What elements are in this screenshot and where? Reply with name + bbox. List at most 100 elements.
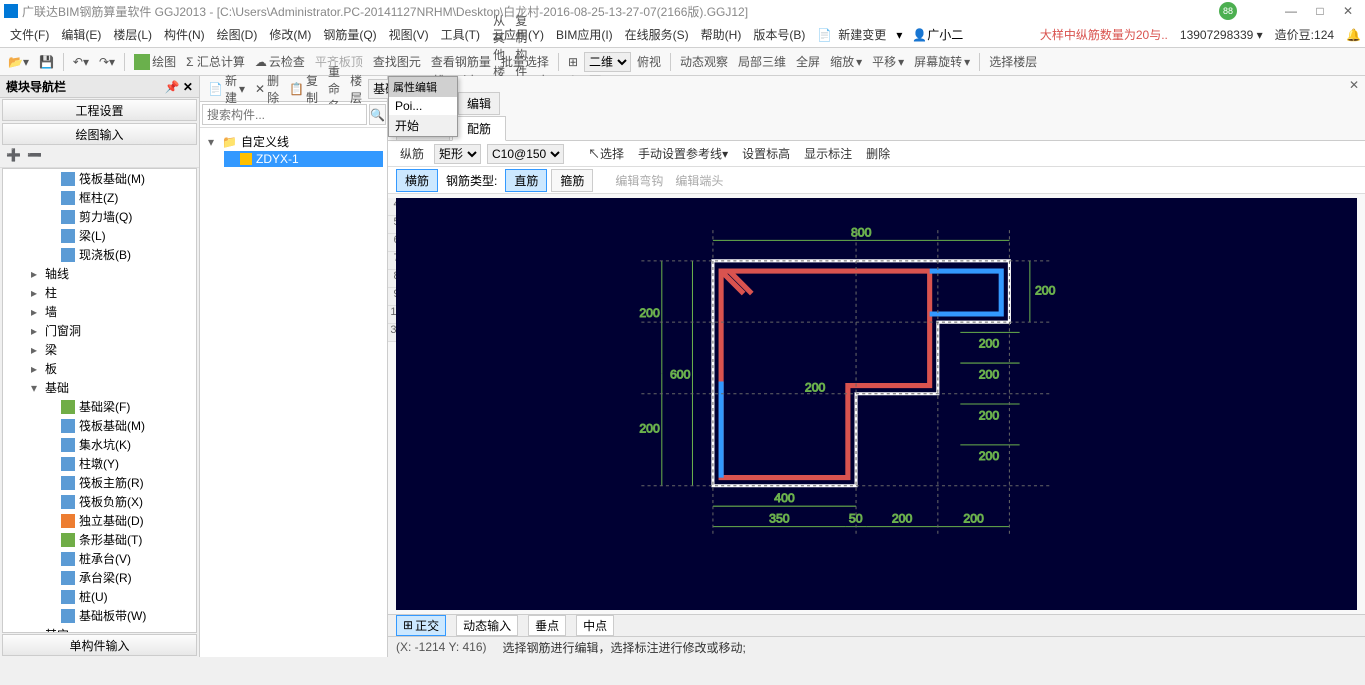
tree-item[interactable]: ▸其它 xyxy=(3,625,196,633)
grid-icon[interactable]: ⊞ xyxy=(564,53,582,71)
tree-item[interactable]: 条形基础(T) xyxy=(3,530,196,549)
view-mode-select[interactable]: 二维 xyxy=(584,52,631,72)
close-button[interactable]: ✕ xyxy=(1343,4,1353,18)
local-3d-button[interactable]: 局部三维 xyxy=(734,51,790,72)
tree-item[interactable]: 基础板带(W) xyxy=(3,606,196,625)
spec-select[interactable]: C10@150 xyxy=(487,144,564,164)
section-single-input[interactable]: 单构件输入 xyxy=(2,634,197,656)
ortho-button[interactable]: ⊞正交 xyxy=(396,615,446,636)
remove-icon[interactable]: ➖ xyxy=(27,148,42,165)
tab-rebar[interactable]: 配筋 xyxy=(452,116,506,141)
maximize-button[interactable]: □ xyxy=(1316,4,1323,18)
tree-item[interactable]: ▸墙 xyxy=(3,302,196,321)
svg-text:200: 200 xyxy=(979,408,1000,422)
rotate-button[interactable]: 屏幕旋转▾ xyxy=(910,51,974,72)
tree-item[interactable]: 柱墩(Y) xyxy=(3,454,196,473)
svg-text:400: 400 xyxy=(774,491,795,505)
dynamic-input-button[interactable]: 动态输入 xyxy=(456,615,518,636)
hint-text: 大样中纵筋数量为20与.. xyxy=(1040,26,1168,43)
menu-modify[interactable]: 修改(M) xyxy=(263,26,317,43)
tree-item[interactable]: ▸轴线 xyxy=(3,264,196,283)
component-tree[interactable]: 筏板基础(M)框柱(Z)剪力墙(Q)梁(L)现浇板(B)▸轴线▸柱▸墙▸门窗洞▸… xyxy=(2,168,197,633)
tree-item[interactable]: 桩承台(V) xyxy=(3,549,196,568)
tree-item[interactable]: 筏板基础(M) xyxy=(3,169,196,188)
draw-button[interactable]: 绘图 xyxy=(130,51,180,72)
horizontal-button[interactable]: 横筋 xyxy=(396,169,438,192)
pan-button[interactable]: 平移▾ xyxy=(868,51,908,72)
new-change-button[interactable]: 新建变更 xyxy=(832,26,892,43)
shape-select[interactable]: 矩形 xyxy=(434,144,481,164)
tree-item[interactable]: ▸梁 xyxy=(3,340,196,359)
list-item[interactable]: ZDYX-1 xyxy=(224,151,383,167)
tree-item[interactable]: 集水坑(K) xyxy=(3,435,196,454)
tree-item[interactable]: 剪力墙(Q) xyxy=(3,207,196,226)
menu-edit[interactable]: 编辑(E) xyxy=(55,26,107,43)
open-button[interactable]: 📂▾ xyxy=(4,53,33,71)
tree-item[interactable]: ▸板 xyxy=(3,359,196,378)
select-tool[interactable]: ↖选择 xyxy=(584,143,628,164)
section-project-settings[interactable]: 工程设置 xyxy=(2,99,197,121)
vertex-snap-button[interactable]: 垂点 xyxy=(528,615,566,636)
tree-item[interactable]: 框柱(Z) xyxy=(3,188,196,207)
undo-button[interactable]: ↶▾ xyxy=(69,53,93,71)
set-elevation-button[interactable]: 设置标高 xyxy=(738,143,794,164)
menu-rebar-qty[interactable]: 钢筋量(Q) xyxy=(317,26,382,43)
menu-view[interactable]: 视图(V) xyxy=(383,26,435,43)
midpoint-snap-button[interactable]: 中点 xyxy=(576,615,614,636)
tree-item[interactable]: 梁(L) xyxy=(3,226,196,245)
tree-item[interactable]: ▾基础 xyxy=(3,378,196,397)
rebar-type-label: 钢筋类型: xyxy=(442,170,501,191)
tree-item[interactable]: ▸柱 xyxy=(3,283,196,302)
stirrup-button[interactable]: 箍筋 xyxy=(551,169,593,192)
menu-version[interactable]: 版本号(B) xyxy=(747,26,811,43)
panel-close-icon[interactable]: ✕ xyxy=(1349,78,1359,92)
menu-bim[interactable]: BIM应用(I) xyxy=(550,26,619,43)
drawing-canvas[interactable]: 800 200 200 200 200 200 600 200 200 400 … xyxy=(396,198,1357,610)
tree-item[interactable]: 桩(U) xyxy=(3,587,196,606)
minimize-button[interactable]: — xyxy=(1285,4,1297,18)
dynamic-observe-button[interactable]: 动态观察 xyxy=(676,51,732,72)
menu-tools[interactable]: 工具(T) xyxy=(435,26,486,43)
section-draw-input[interactable]: 绘图输入 xyxy=(2,123,197,145)
menu-component[interactable]: 构件(N) xyxy=(158,26,211,43)
edit-end-button[interactable]: 编辑端头 xyxy=(671,170,727,191)
search-input[interactable] xyxy=(202,104,367,125)
list-root[interactable]: ▾📁自定义线 xyxy=(204,132,383,151)
svg-text:200: 200 xyxy=(805,380,826,394)
notification-badge[interactable]: 88 xyxy=(1219,2,1237,20)
overview-button[interactable]: 俯视 xyxy=(633,51,665,72)
menu-floor[interactable]: 楼层(L) xyxy=(107,26,158,43)
menu-online[interactable]: 在线服务(S) xyxy=(619,26,695,43)
tree-item[interactable]: 承台梁(R) xyxy=(3,568,196,587)
select-floor-button[interactable]: 选择楼层 xyxy=(985,51,1041,72)
find-view-button[interactable]: 查找图元 xyxy=(369,51,425,72)
menu-draw[interactable]: 绘图(D) xyxy=(211,26,264,43)
edit-hook-button[interactable]: 编辑弯钩 xyxy=(611,170,667,191)
coins-label: 造价豆:124 xyxy=(1275,26,1334,43)
tree-item[interactable]: 筏板主筋(R) xyxy=(3,473,196,492)
pin-icon[interactable]: 📌 ✕ xyxy=(165,80,193,94)
fullscreen-button[interactable]: 全屏 xyxy=(792,51,824,72)
add-icon[interactable]: ➕ xyxy=(6,148,21,165)
tree-item[interactable]: ▸门窗洞 xyxy=(3,321,196,340)
popup-poi[interactable]: Poi... xyxy=(389,97,457,115)
tree-item[interactable]: 现浇板(B) xyxy=(3,245,196,264)
user-label[interactable]: 广小二 xyxy=(927,26,963,43)
save-button[interactable]: 💾 xyxy=(35,53,58,71)
search-button[interactable]: 🔍 xyxy=(369,104,386,125)
nav-panel-header: 模块导航栏 📌 ✕ xyxy=(0,76,199,98)
zoom-button[interactable]: 缩放▾ xyxy=(826,51,866,72)
redo-button[interactable]: ↷▾ xyxy=(95,53,119,71)
tree-item[interactable]: 独立基础(D) xyxy=(3,511,196,530)
tree-item[interactable]: 筏板基础(M) xyxy=(3,416,196,435)
bell-icon[interactable]: 🔔 xyxy=(1346,28,1361,42)
tree-item[interactable]: 筏板负筋(X) xyxy=(3,492,196,511)
delete-rebar-button[interactable]: 删除 xyxy=(862,143,894,164)
straight-button[interactable]: 直筋 xyxy=(505,169,547,192)
menu-file[interactable]: 文件(F) xyxy=(4,26,55,43)
show-label-button[interactable]: 显示标注 xyxy=(800,143,856,164)
manual-ref-button[interactable]: 手动设置参考线▾ xyxy=(634,143,732,164)
menu-help[interactable]: 帮助(H) xyxy=(695,26,748,43)
popup-start[interactable]: 开始 xyxy=(389,115,457,136)
tree-item[interactable]: 基础梁(F) xyxy=(3,397,196,416)
